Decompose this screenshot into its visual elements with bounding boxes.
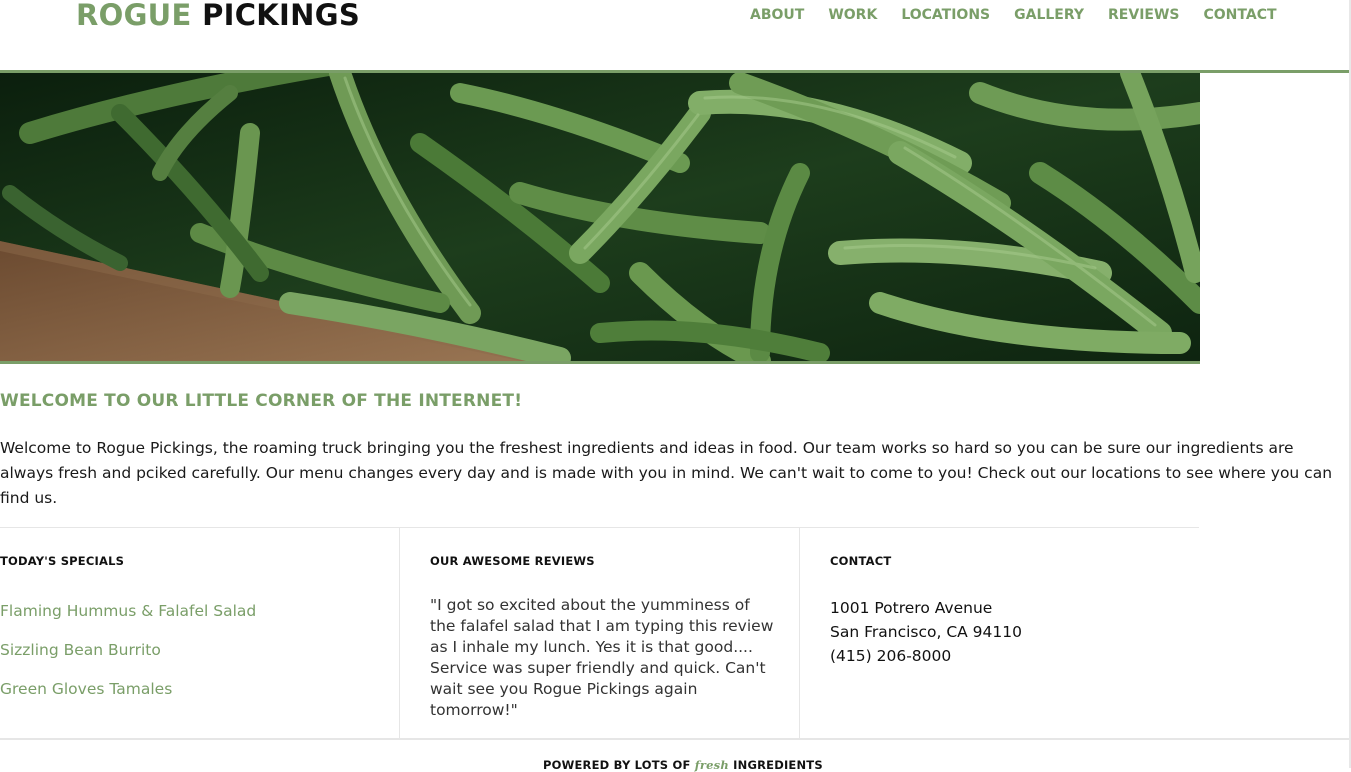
review-quote: "I got so excited about the yumminess of… [430,596,774,719]
contact-heading: CONTACT [830,554,892,568]
welcome-heading: WELCOME TO OUR LITTLE CORNER OF THE INTE… [0,391,523,411]
nav-link-gallery[interactable]: GALLERY [1014,7,1084,23]
nav-link-about[interactable]: ABOUT [750,7,804,23]
hero-image-green-beans [0,73,1200,364]
contact-column: CONTACT 1001 Potrero Avenue San Francisc… [800,528,1199,738]
reviews-column: OUR AWESOME REVIEWS "I got so excited ab… [400,528,800,738]
special-item[interactable]: Flaming Hummus & Falafel Salad [0,602,256,641]
main-nav: ABOUT WORK LOCATIONS GALLERY REVIEWS CON… [750,7,1277,23]
specials-list: Flaming Hummus & Falafel Salad Sizzling … [0,602,256,719]
welcome-paragraph: Welcome to Rogue Pickings, the roaming t… [0,439,1333,507]
reviews-heading: OUR AWESOME REVIEWS [430,554,595,568]
nav-link-contact[interactable]: CONTACT [1204,7,1277,23]
logo-word-pickings: PICKINGS [202,0,361,32]
nav-link-locations[interactable]: LOCATIONS [901,7,990,23]
footer-fresh-word: fresh [694,758,729,772]
address-line-1: 1001 Potrero Avenue [830,599,993,617]
site-header: ROGUE PICKINGS ABOUT WORK LOCATIONS GALL… [0,0,1349,73]
address-line-2: San Francisco, CA 94110 [830,623,1022,641]
logo-word-rogue: ROGUE [76,0,192,32]
phone-number: (415) 206-8000 [830,647,952,665]
nav-link-reviews[interactable]: REVIEWS [1108,7,1179,23]
specials-heading: TODAY'S SPECIALS [0,554,125,568]
special-item[interactable]: Sizzling Bean Burrito [0,641,256,680]
contact-details: 1001 Potrero Avenue San Francisco, CA 94… [830,596,1022,668]
nav-link-work[interactable]: WORK [828,7,877,23]
footer-suffix: INGREDIENTS [733,758,823,772]
site-footer: POWERED BY LOTS OF fresh INGREDIENTS [0,738,1349,772]
footer-prefix: POWERED BY LOTS OF [543,758,691,772]
site-logo[interactable]: ROGUE PICKINGS [76,0,360,32]
specials-column: TODAY'S SPECIALS Flaming Hummus & Falafe… [0,528,400,738]
footer-tagline: POWERED BY LOTS OF fresh INGREDIENTS [543,758,823,772]
special-item[interactable]: Green Gloves Tamales [0,680,256,719]
